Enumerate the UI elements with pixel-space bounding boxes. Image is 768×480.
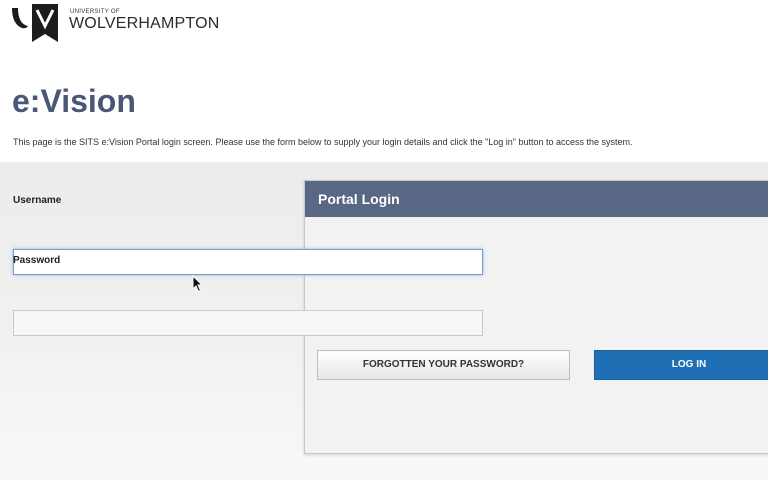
logo-title: WOLVERHAMPTON <box>69 15 220 32</box>
panel-title: Portal Login <box>318 191 400 207</box>
username-input[interactable] <box>13 249 483 275</box>
wolverhampton-logo-icon <box>12 4 58 42</box>
login-page: UNIVERSITY OF WOLVERHAMPTON e:Vision Thi… <box>0 0 768 480</box>
site-header: UNIVERSITY OF WOLVERHAMPTON <box>0 0 768 52</box>
forgot-password-button[interactable]: FORGOTTEN YOUR PASSWORD? <box>317 350 570 380</box>
university-logo[interactable]: UNIVERSITY OF WOLVERHAMPTON <box>10 2 219 46</box>
password-input[interactable] <box>13 310 483 336</box>
page-title: e:Vision <box>12 83 136 119</box>
password-label: Password <box>13 255 61 266</box>
panel-header: Portal Login <box>305 181 768 217</box>
mouse-pointer-icon <box>192 275 204 293</box>
username-label: Username <box>13 195 62 206</box>
intro-text: This page is the SITS e:Vision Portal lo… <box>13 137 633 147</box>
login-button[interactable]: LOG IN <box>594 350 768 380</box>
